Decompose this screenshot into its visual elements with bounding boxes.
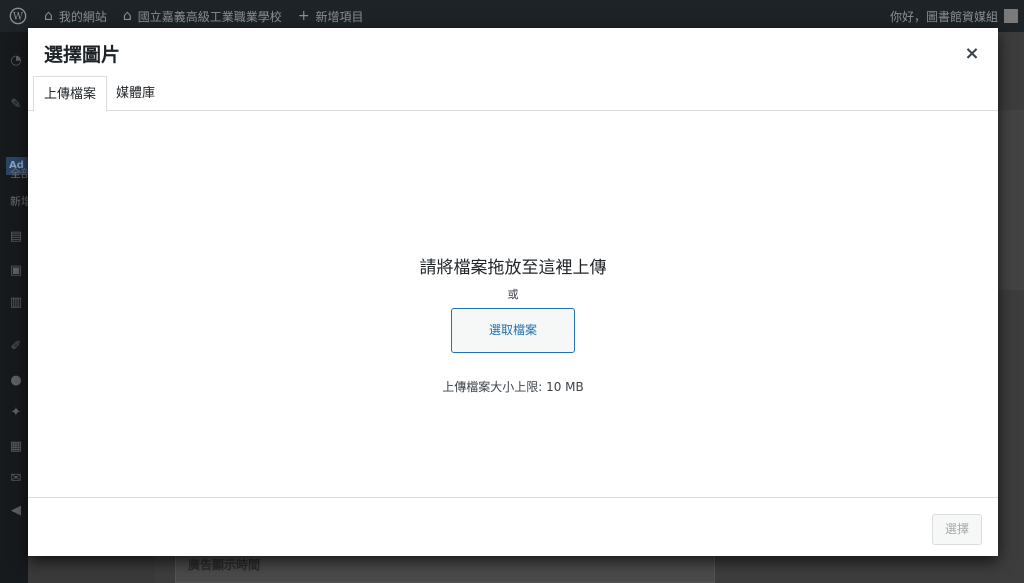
pages-icon: ▥	[9, 295, 23, 310]
plus-icon: +	[297, 8, 310, 24]
background-panel: 廣告顯示時間	[175, 555, 715, 583]
select-button[interactable]: 選擇	[932, 514, 982, 545]
background-panel-title: 廣告顯示時間	[188, 558, 261, 572]
or-label: 或	[507, 288, 519, 301]
media-modal: 選擇圖片 × 上傳檔案 媒體庫 請將檔案拖放至這裡上傳 或 選取檔案 上傳檔案大…	[28, 28, 998, 556]
media-icon: ▣	[9, 263, 23, 278]
mail-icon: ✉	[10, 471, 22, 486]
avatar	[1004, 9, 1018, 23]
tab-upload-files[interactable]: 上傳檔案	[33, 76, 108, 112]
dashboard-icon: ◔	[10, 53, 22, 68]
max-upload-size: 上傳檔案大小上限: 10 MB	[442, 380, 584, 394]
site-name-label: 國立嘉義高級工業職業學校	[137, 9, 282, 24]
users-icon: ●	[10, 373, 22, 388]
svg-text:W: W	[13, 12, 24, 23]
new-content-label: 新增項目	[315, 9, 364, 24]
close-button[interactable]: ×	[960, 42, 984, 66]
appearance-icon: ✐	[10, 339, 22, 354]
admin-side-menu: ◔ ✎ Ad 全部 新增 ▤ ▣ ▥ ✐ ● ✦ ▦ ✉ ◀	[0, 32, 28, 583]
pin-icon: ✎	[10, 97, 22, 112]
slider-icon: ▤	[9, 229, 23, 244]
select-files-button[interactable]: 選取檔案	[451, 308, 575, 353]
side-text-all: 全部	[10, 167, 28, 180]
modal-title: 選擇圖片	[44, 44, 121, 66]
settings-icon: ▦	[9, 439, 23, 454]
drop-instructions: 請將檔案拖放至這裡上傳	[419, 258, 607, 278]
tools-icon: ✦	[10, 405, 22, 420]
sites-icon: ⌂	[44, 8, 53, 24]
greeting-label: 你好，圖書館資媒組	[889, 9, 998, 24]
collapse-icon: ◀	[11, 503, 21, 518]
modal-footer: 選擇	[28, 497, 998, 556]
side-text-new: 新增	[10, 195, 28, 208]
modal-tabs: 上傳檔案 媒體庫	[28, 76, 998, 112]
my-sites-label: 我的網站	[58, 9, 107, 24]
page-content-right-panel	[998, 110, 1024, 290]
tab-media-library[interactable]: 媒體庫	[106, 76, 165, 111]
home-icon: ⌂	[122, 8, 132, 24]
upload-drop-zone[interactable]: 請將檔案拖放至這裡上傳 或 選取檔案 上傳檔案大小上限: 10 MB	[28, 112, 998, 498]
